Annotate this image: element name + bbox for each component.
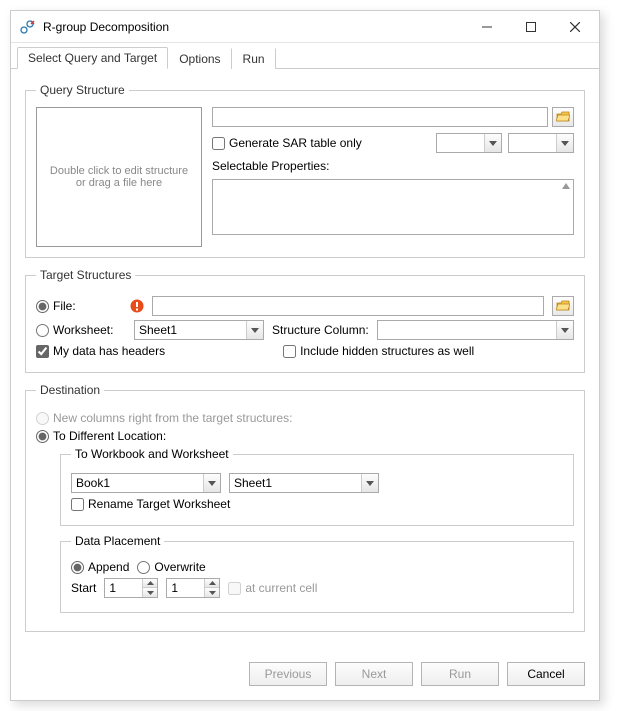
dialog-window: R-group Decomposition Select Query and T… [10, 10, 600, 701]
maximize-button[interactable] [509, 12, 553, 42]
sar-combo-2[interactable] [508, 133, 574, 153]
spinner-up-icon[interactable] [143, 579, 157, 588]
next-button: Next [335, 662, 413, 686]
group-target: Target Structures File: [25, 268, 585, 373]
chevron-down-icon [361, 474, 378, 492]
radio-worksheet[interactable]: Worksheet: [36, 323, 126, 337]
footer: Previous Next Run Cancel [11, 652, 599, 700]
client-area: Select Query and Target Options Run Quer… [11, 43, 599, 700]
rename-worksheet-checkbox[interactable]: Rename Target Worksheet [71, 497, 230, 511]
scroll-up-icon [562, 183, 570, 189]
structure-placeholder: Double click to edit structure or drag a… [50, 165, 188, 189]
radio-file[interactable]: File: [36, 299, 116, 313]
group-destination: Destination New columns right from the t… [25, 383, 585, 632]
legend-to-workbook: To Workbook and Worksheet [71, 447, 233, 461]
chevron-down-icon [556, 321, 573, 339]
minimize-button[interactable] [465, 12, 509, 42]
group-query-structure: Query Structure Double click to edit str… [25, 83, 585, 258]
chevron-down-icon [203, 474, 220, 492]
radio-new-columns: New columns right from the target struct… [36, 411, 292, 425]
sar-label: Generate SAR table only [229, 136, 362, 150]
dest-sheet-combo[interactable]: Sheet1 [229, 473, 379, 493]
window-title: R-group Decomposition [35, 20, 465, 34]
group-to-workbook: To Workbook and Worksheet Book1 Sheet1 [60, 447, 574, 526]
legend-target: Target Structures [36, 268, 135, 282]
include-hidden-checkbox[interactable]: Include hidden structures as well [283, 344, 474, 358]
tab-options[interactable]: Options [168, 48, 231, 69]
browse-query-button[interactable] [552, 107, 574, 127]
sar-combo-1[interactable] [436, 133, 502, 153]
worksheet-combo[interactable]: Sheet1 [134, 320, 264, 340]
selectable-properties-list[interactable] [212, 179, 574, 235]
legend-query: Query Structure [36, 83, 129, 97]
selectable-properties-label: Selectable Properties: [212, 159, 574, 173]
run-button: Run [421, 662, 499, 686]
query-path-input[interactable] [212, 107, 548, 127]
tab-strip: Select Query and Target Options Run [11, 45, 599, 69]
structure-editor[interactable]: Double click to edit structure or drag a… [36, 107, 202, 247]
tab-run[interactable]: Run [232, 48, 276, 69]
browse-file-button[interactable] [552, 296, 574, 316]
cancel-button[interactable]: Cancel [507, 662, 585, 686]
tab-body: Query Structure Double click to edit str… [11, 69, 599, 652]
radio-append[interactable]: Append [71, 560, 129, 574]
legend-destination: Destination [36, 383, 104, 397]
sar-checkbox[interactable]: Generate SAR table only [212, 136, 362, 150]
close-button[interactable] [553, 12, 597, 42]
file-path-input[interactable] [152, 296, 544, 316]
previous-button: Previous [249, 662, 327, 686]
start-row-spinner[interactable]: 1 [166, 578, 220, 598]
alert-icon [130, 299, 144, 313]
spinner-down-icon[interactable] [143, 588, 157, 597]
radio-overwrite[interactable]: Overwrite [137, 560, 205, 574]
structure-column-combo[interactable] [377, 320, 574, 340]
tab-select-query[interactable]: Select Query and Target [17, 47, 168, 69]
chevron-down-icon [556, 134, 573, 152]
spinner-down-icon[interactable] [205, 588, 219, 597]
at-current-cell-checkbox: at current cell [228, 581, 317, 595]
app-icon [19, 19, 35, 35]
chevron-down-icon [246, 321, 263, 339]
start-label: Start [71, 581, 96, 595]
group-data-placement: Data Placement Append Overwrite Start [60, 534, 574, 613]
start-col-spinner[interactable]: 1 [104, 578, 158, 598]
structure-column-label: Structure Column: [272, 323, 369, 337]
radio-different-location[interactable]: To Different Location: [36, 429, 166, 443]
workbook-combo[interactable]: Book1 [71, 473, 221, 493]
headers-checkbox[interactable]: My data has headers [36, 344, 165, 358]
chevron-down-icon [484, 134, 501, 152]
spinner-up-icon[interactable] [205, 579, 219, 588]
legend-data-placement: Data Placement [71, 534, 164, 548]
titlebar: R-group Decomposition [11, 11, 599, 43]
